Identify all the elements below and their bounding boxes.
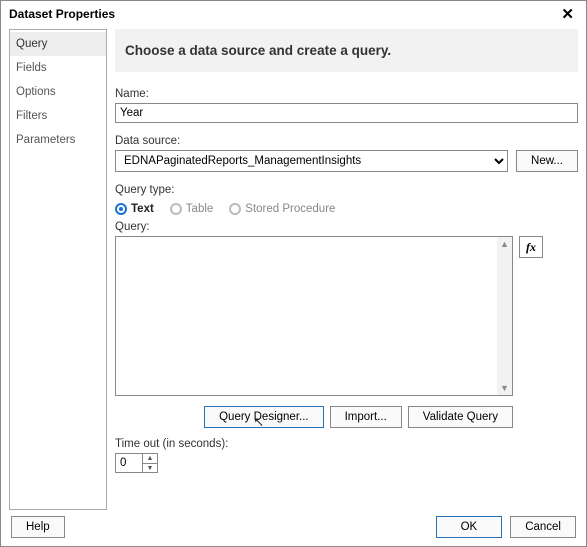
sidebar-item-filters[interactable]: Filters bbox=[10, 104, 106, 128]
radio-label: Stored Procedure bbox=[245, 203, 335, 215]
name-label: Name: bbox=[115, 88, 578, 100]
datasource-select[interactable]: EDNAPaginatedReports_ManagementInsights bbox=[115, 150, 508, 172]
query-textarea[interactable]: ▲ ▼ bbox=[115, 236, 513, 396]
spinner-down-icon[interactable]: ▼ bbox=[143, 464, 157, 473]
spinner-up-icon[interactable]: ▲ bbox=[143, 454, 157, 464]
radio-icon bbox=[170, 203, 182, 215]
scroll-down-icon[interactable]: ▼ bbox=[500, 383, 509, 393]
close-icon[interactable]: ✕ bbox=[557, 5, 578, 23]
sidebar-item-options[interactable]: Options bbox=[10, 80, 106, 104]
timeout-label: Time out (in seconds): bbox=[115, 438, 578, 450]
query-label: Query: bbox=[115, 221, 578, 233]
query-designer-button[interactable]: Query Designer... bbox=[204, 406, 323, 428]
querytype-table-radio[interactable]: Table bbox=[170, 203, 214, 215]
scrollbar[interactable]: ▲ ▼ bbox=[497, 237, 512, 395]
new-datasource-button[interactable]: New... bbox=[516, 150, 578, 172]
timeout-spinner[interactable]: ▲ ▼ bbox=[143, 453, 158, 473]
validate-query-button[interactable]: Validate Query bbox=[408, 406, 513, 428]
cancel-button[interactable]: Cancel bbox=[510, 516, 576, 538]
sidebar: Query Fields Options Filters Parameters bbox=[9, 29, 107, 510]
scroll-up-icon[interactable]: ▲ bbox=[500, 239, 509, 249]
ok-button[interactable]: OK bbox=[436, 516, 503, 538]
import-button[interactable]: Import... bbox=[330, 406, 402, 428]
radio-label: Text bbox=[131, 203, 154, 215]
page-heading: Choose a data source and create a query. bbox=[115, 29, 578, 72]
dialog-title: Dataset Properties bbox=[9, 7, 115, 21]
sidebar-item-parameters[interactable]: Parameters bbox=[10, 128, 106, 152]
radio-label: Table bbox=[186, 203, 214, 215]
sidebar-item-query[interactable]: Query bbox=[10, 32, 106, 56]
querytype-label: Query type: bbox=[115, 184, 578, 196]
help-button[interactable]: Help bbox=[11, 516, 65, 538]
timeout-input[interactable] bbox=[115, 453, 143, 473]
radio-icon bbox=[115, 203, 127, 215]
radio-icon bbox=[229, 203, 241, 215]
querytype-text-radio[interactable]: Text bbox=[115, 203, 154, 215]
datasource-label: Data source: bbox=[115, 135, 578, 147]
sidebar-item-fields[interactable]: Fields bbox=[10, 56, 106, 80]
name-input[interactable] bbox=[115, 103, 578, 123]
querytype-sproc-radio[interactable]: Stored Procedure bbox=[229, 203, 335, 215]
expression-fx-button[interactable]: fx bbox=[519, 236, 543, 258]
